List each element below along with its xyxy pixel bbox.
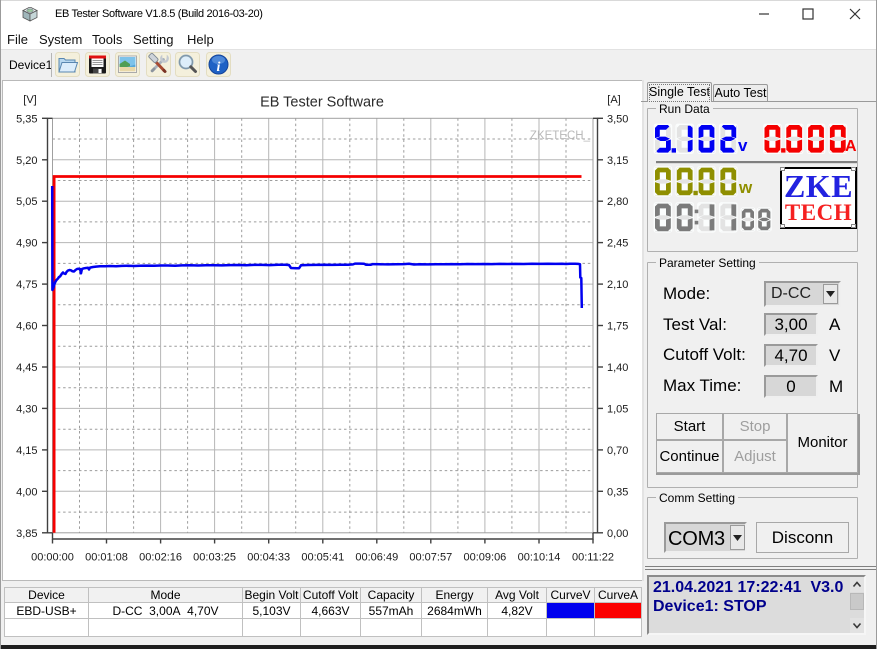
- svg-text:1,75: 1,75: [607, 321, 628, 333]
- svg-text:5,20: 5,20: [16, 155, 37, 167]
- svg-text:3,15: 3,15: [607, 155, 628, 167]
- svg-text:3,85: 3,85: [16, 528, 37, 540]
- svg-text:ZKETECH_: ZKETECH_: [530, 130, 591, 142]
- svg-text:4,45: 4,45: [16, 362, 37, 374]
- svg-text:1,40: 1,40: [607, 362, 628, 374]
- svg-text:00:04:33: 00:04:33: [247, 552, 290, 564]
- svg-text:1,05: 1,05: [607, 403, 628, 415]
- svg-text:0,00: 0,00: [607, 528, 628, 540]
- svg-text:00:11:22: 00:11:22: [572, 552, 614, 564]
- svg-text:EB Tester Software: EB Tester Software: [260, 95, 384, 111]
- svg-text:i: i: [217, 60, 221, 75]
- svg-text:00:07:57: 00:07:57: [409, 552, 452, 564]
- svg-text:0,35: 0,35: [607, 486, 628, 498]
- svg-text:00:06:49: 00:06:49: [355, 552, 398, 564]
- svg-text:00:10:14: 00:10:14: [518, 552, 561, 564]
- svg-text:2,10: 2,10: [607, 279, 628, 291]
- svg-text:0,70: 0,70: [607, 445, 628, 457]
- svg-text:2,80: 2,80: [607, 196, 628, 208]
- svg-text:5,05: 5,05: [16, 196, 37, 208]
- svg-text:5,35: 5,35: [16, 113, 37, 125]
- svg-text:[V]: [V]: [23, 94, 36, 106]
- svg-text:4,30: 4,30: [16, 403, 37, 415]
- svg-text:[A]: [A]: [607, 94, 620, 106]
- svg-text:4,60: 4,60: [16, 321, 37, 333]
- svg-text:00:02:16: 00:02:16: [139, 552, 182, 564]
- svg-text:3,50: 3,50: [607, 113, 628, 125]
- svg-text:4,15: 4,15: [16, 445, 37, 457]
- svg-text:4,00: 4,00: [16, 486, 37, 498]
- svg-text:00:09:06: 00:09:06: [463, 552, 506, 564]
- svg-text:4,75: 4,75: [16, 279, 37, 291]
- svg-text:2,45: 2,45: [607, 238, 628, 250]
- svg-text:00:00:00: 00:00:00: [31, 552, 74, 564]
- svg-text:4,90: 4,90: [16, 238, 37, 250]
- svg-text:00:01:08: 00:01:08: [85, 552, 128, 564]
- svg-text:00:03:25: 00:03:25: [193, 552, 236, 564]
- svg-text:00:05:41: 00:05:41: [301, 552, 344, 564]
